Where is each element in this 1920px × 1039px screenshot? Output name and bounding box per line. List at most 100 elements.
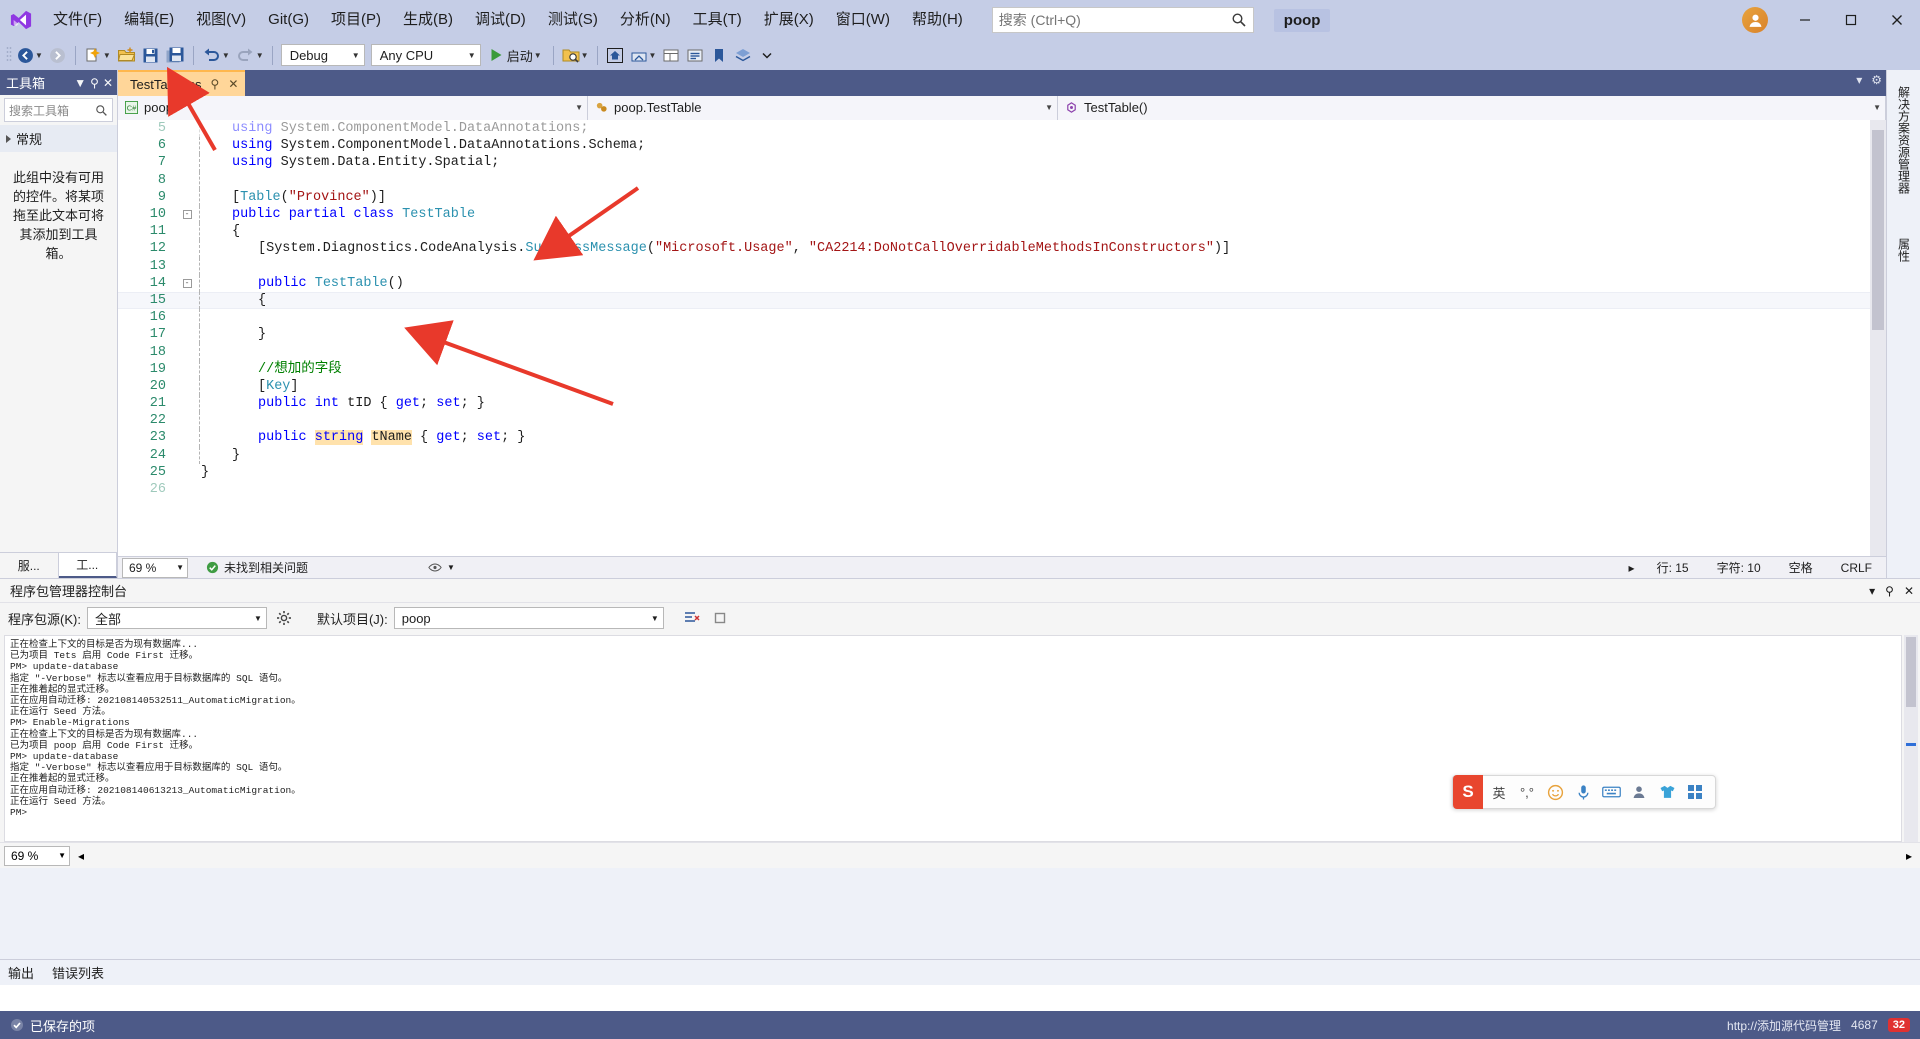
maximize-button[interactable]: [1828, 0, 1874, 40]
tab-overflow-icon[interactable]: ▾: [1856, 73, 1862, 87]
search-folder-caret[interactable]: ▼: [581, 51, 589, 60]
account-avatar[interactable]: [1742, 7, 1768, 33]
code-line[interactable]: 19 //想加的字段: [118, 360, 1886, 378]
menu-item-file[interactable]: 文件(F): [42, 0, 113, 40]
menu-item-help[interactable]: 帮助(H): [901, 0, 974, 40]
pin-icon[interactable]: ⚲: [90, 76, 99, 90]
document-tab-testtable[interactable]: TestTable.cs ⚲ ✕: [118, 70, 246, 96]
code-line[interactable]: 12 [System.Diagnostics.CodeAnalysis.Suppr…: [118, 240, 1886, 258]
bookmark-button[interactable]: [707, 43, 731, 67]
toolbox-group-general[interactable]: 常规: [0, 125, 117, 152]
code-line[interactable]: 25}: [118, 464, 1886, 481]
code-line[interactable]: 11 {: [118, 223, 1886, 241]
menu-item-analyze[interactable]: 分析(N): [609, 0, 682, 40]
rail-tab-solution-explorer[interactable]: 解决方案资源管理器: [1893, 76, 1915, 204]
pmc-stop-button[interactable]: [710, 612, 730, 624]
nav-member-combo[interactable]: TestTable() ▼: [1058, 95, 1886, 120]
code-line[interactable]: 14- public TestTable(): [118, 274, 1886, 292]
pmc-pin-icon[interactable]: ⚲: [1885, 584, 1894, 598]
bottom-tab-error-list[interactable]: 错误列表: [52, 963, 104, 982]
pin-tab-icon[interactable]: ⚲: [211, 77, 220, 91]
code-line[interactable]: 18: [118, 343, 1886, 361]
code-text-area[interactable]: 5 using System.ComponentModel.DataAnnotat…: [118, 120, 1886, 556]
code-line[interactable]: 22: [118, 412, 1886, 430]
user-icon[interactable]: [1627, 778, 1651, 806]
new-project-button[interactable]: ▼: [81, 43, 114, 67]
undo-button[interactable]: ▼: [199, 43, 233, 67]
menu-item-build[interactable]: 生成(B): [392, 0, 464, 40]
open-file-button[interactable]: [114, 43, 139, 67]
editor-zoom-combo[interactable]: 69 % ▼: [122, 557, 188, 578]
start-debug-button[interactable]: 启动 ▼: [484, 43, 548, 67]
minimize-button[interactable]: [1782, 0, 1828, 40]
code-line[interactable]: 6 using System.ComponentModel.DataAnnotat…: [118, 137, 1886, 155]
solution-configuration-combo[interactable]: Debug ▼: [280, 44, 365, 66]
pmc-hscroll-left-arrow[interactable]: ◂: [78, 849, 84, 863]
redo-button[interactable]: ▼: [233, 43, 267, 67]
code-line[interactable]: 9 [Table("Province")]: [118, 188, 1886, 206]
undo-dropdown-caret[interactable]: ▼: [222, 51, 230, 60]
more-toolbar-button[interactable]: [755, 43, 779, 67]
code-line[interactable]: 10- public partial class TestTable: [118, 205, 1886, 224]
rail-tab-properties[interactable]: 属性: [1893, 228, 1915, 272]
save-all-button[interactable]: [163, 43, 188, 67]
code-line[interactable]: 20 [Key]: [118, 377, 1886, 395]
pmc-clear-button[interactable]: [680, 610, 704, 626]
collapse-icon[interactable]: -: [182, 210, 192, 220]
bottom-tab-output[interactable]: 输出: [8, 963, 34, 982]
search-input[interactable]: [998, 12, 1247, 28]
navigate-backward-button[interactable]: ▼: [14, 43, 46, 67]
code-line[interactable]: 5 using System.ComponentModel.DataAnnotat…: [118, 120, 1886, 138]
toolbar-grip[interactable]: [4, 45, 14, 65]
pmc-minimize-icon[interactable]: ▾: [1869, 584, 1875, 598]
ime-language-mode[interactable]: 英: [1487, 778, 1511, 806]
editor-scrollbar-thumb[interactable]: [1872, 130, 1884, 330]
editor-diagnostics-toggle[interactable]: ▼: [428, 561, 455, 574]
pmc-output-text[interactable]: 正在检查上下文的目标是否为现有数据库... 已为项目 Tets 启用 Code F…: [4, 635, 1902, 842]
menu-item-edit[interactable]: 编辑(E): [113, 0, 185, 40]
menu-item-test[interactable]: 测试(S): [537, 0, 609, 40]
code-line[interactable]: 23 public string tName { get; set; }: [118, 429, 1886, 447]
menu-item-debug[interactable]: 调试(D): [464, 0, 537, 40]
collapse-icon[interactable]: -: [182, 278, 192, 288]
save-button[interactable]: [139, 43, 163, 67]
solution-platform-combo[interactable]: Any CPU ▼: [370, 44, 481, 66]
backward-dropdown-caret[interactable]: ▼: [35, 51, 43, 60]
menu-item-window[interactable]: 窗口(W): [825, 0, 901, 40]
issue-status[interactable]: 未找到相关问题: [206, 559, 308, 576]
menu-item-git[interactable]: Git(G): [257, 0, 320, 40]
pmc-source-combo[interactable]: 全部 ▼: [86, 607, 267, 629]
chevron-down-icon-toolbox[interactable]: ▼: [74, 76, 86, 90]
keyboard-icon[interactable]: [1599, 778, 1623, 806]
code-line[interactable]: 7 using System.Data.Entity.Spatial;: [118, 154, 1886, 172]
layers-button[interactable]: [731, 43, 755, 67]
properties-window-button[interactable]: [659, 43, 683, 67]
navigate-forward-button[interactable]: [46, 43, 70, 67]
sogou-logo-icon[interactable]: S: [1453, 775, 1483, 809]
menu-item-extensions[interactable]: 扩展(X): [753, 0, 825, 40]
code-line[interactable]: 13: [118, 257, 1886, 275]
close-button[interactable]: [1874, 0, 1920, 40]
pmc-vertical-scrollbar[interactable]: [1904, 635, 1918, 842]
pmc-project-combo[interactable]: poop ▼: [393, 607, 664, 629]
toolbox-search-input[interactable]: 搜索工具箱: [4, 98, 113, 122]
nav-type-combo[interactable]: poop.TestTable ▼: [588, 95, 1058, 120]
mic-icon[interactable]: [1571, 778, 1595, 806]
new-dropdown-caret[interactable]: ▼: [103, 51, 111, 60]
global-search-box[interactable]: [991, 7, 1254, 33]
code-line[interactable]: 17}: [118, 326, 1886, 344]
shirt-icon[interactable]: [1655, 778, 1679, 806]
redo-dropdown-caret[interactable]: ▼: [256, 51, 264, 60]
toolbox-tab-toolbox[interactable]: 工...: [58, 553, 117, 578]
code-line[interactable]: 8: [118, 171, 1886, 189]
tabstrip-settings-icon[interactable]: ⚙: [1871, 73, 1882, 87]
toolbox-tab-server[interactable]: 服...: [0, 553, 59, 578]
menu-item-project[interactable]: 项目(P): [320, 0, 392, 40]
editor-hscroll-right-arrow[interactable]: ▸: [1629, 561, 1635, 575]
code-line[interactable]: 21 public int tID { get; set; }: [118, 395, 1886, 413]
toolbox-window-button[interactable]: ▼: [627, 43, 660, 67]
grid-icon[interactable]: [1683, 778, 1707, 806]
pmc-zoom-combo[interactable]: 69 % ▼: [4, 845, 70, 866]
fold-gutter[interactable]: -: [179, 278, 195, 288]
task-list-button[interactable]: [683, 43, 707, 67]
